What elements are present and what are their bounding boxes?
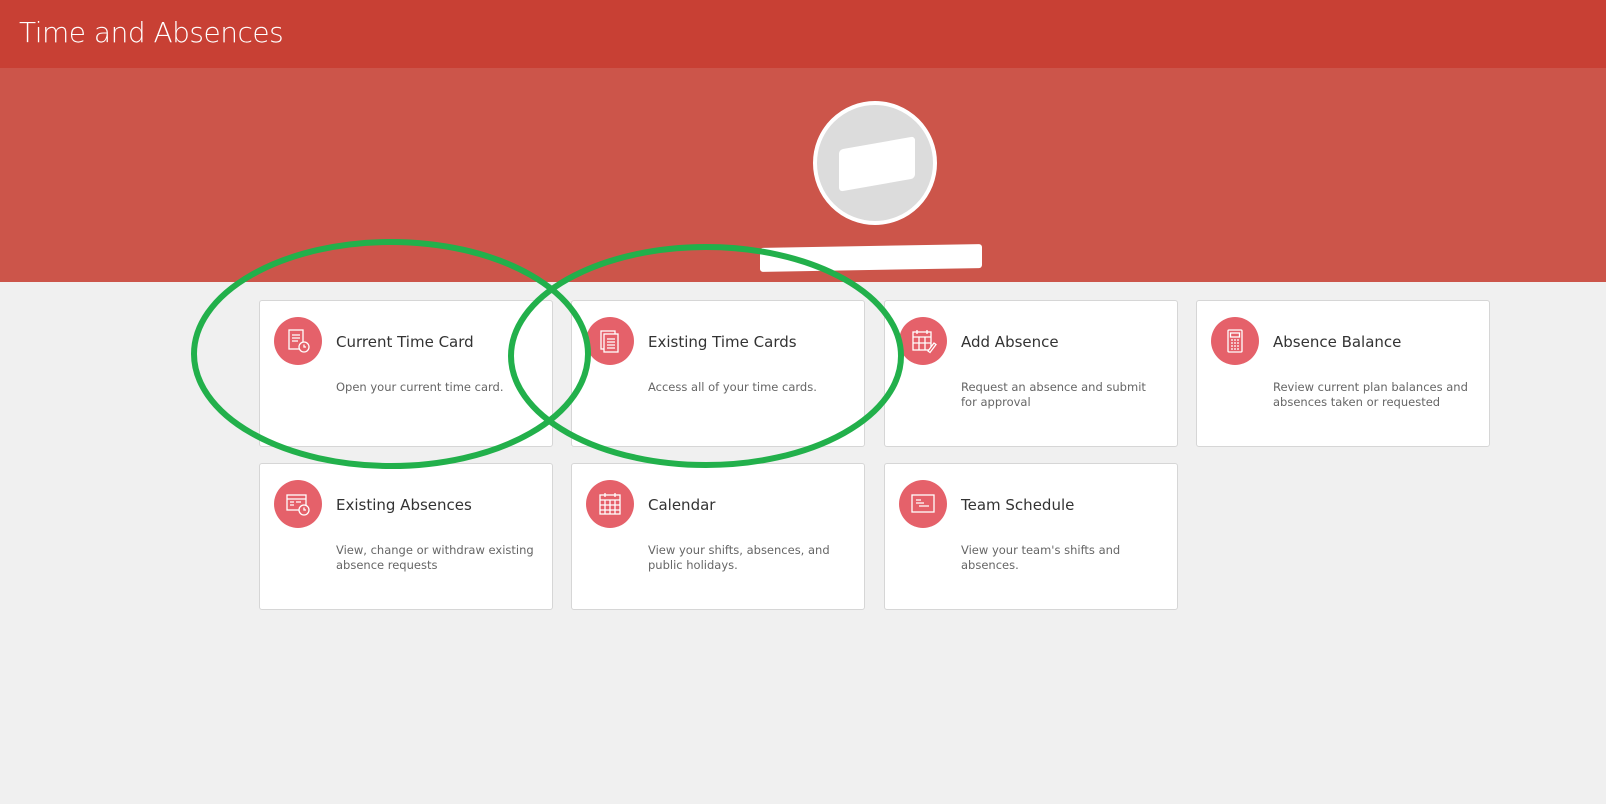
card-description: Review current plan balances and absence… xyxy=(1273,380,1468,409)
card-description: View your shifts, absences, and public h… xyxy=(648,543,830,572)
card-absence-balance[interactable]: Absence Balance Review current plan bala… xyxy=(1196,300,1490,447)
card-title: Team Schedule xyxy=(961,496,1075,514)
card-description: View your team's shifts and absences. xyxy=(961,543,1121,572)
card-current-time-card[interactable]: Current Time Card Open your current time… xyxy=(259,300,553,447)
card-add-absence[interactable]: Add Absence Request an absence and submi… xyxy=(884,300,1178,447)
card-team-schedule[interactable]: Team Schedule View your team's shifts an… xyxy=(884,463,1178,610)
documents-stack-icon xyxy=(586,317,634,365)
card-description: Request an absence and submit for approv… xyxy=(961,380,1146,409)
schedule-board-icon xyxy=(899,480,947,528)
card-existing-time-cards[interactable]: Existing Time Cards Access all of your t… xyxy=(571,300,865,447)
redacted-user-name xyxy=(760,244,982,272)
timecard-clock-icon xyxy=(274,317,322,365)
card-description: View, change or withdraw existing absenc… xyxy=(336,543,534,572)
page-title: Time and Absences xyxy=(19,16,284,49)
card-title: Existing Absences xyxy=(336,496,472,514)
calendar-edit-icon xyxy=(899,317,947,365)
card-existing-absences[interactable]: Existing Absences View, change or withdr… xyxy=(259,463,553,610)
card-description: Access all of your time cards. xyxy=(648,380,817,394)
card-calendar[interactable]: Calendar View your shifts, absences, and… xyxy=(571,463,865,610)
calendar-icon xyxy=(586,480,634,528)
redaction-mark xyxy=(839,136,915,192)
card-description: Open your current time card. xyxy=(336,380,504,394)
card-title: Calendar xyxy=(648,496,716,514)
calculator-icon xyxy=(1211,317,1259,365)
card-title: Current Time Card xyxy=(336,333,474,351)
avatar[interactable] xyxy=(813,101,937,225)
card-title: Existing Time Cards xyxy=(648,333,797,351)
card-title: Add Absence xyxy=(961,333,1059,351)
card-title: Absence Balance xyxy=(1273,333,1402,351)
calendar-clock-icon xyxy=(274,480,322,528)
app-header: Time and Absences xyxy=(0,0,1606,68)
